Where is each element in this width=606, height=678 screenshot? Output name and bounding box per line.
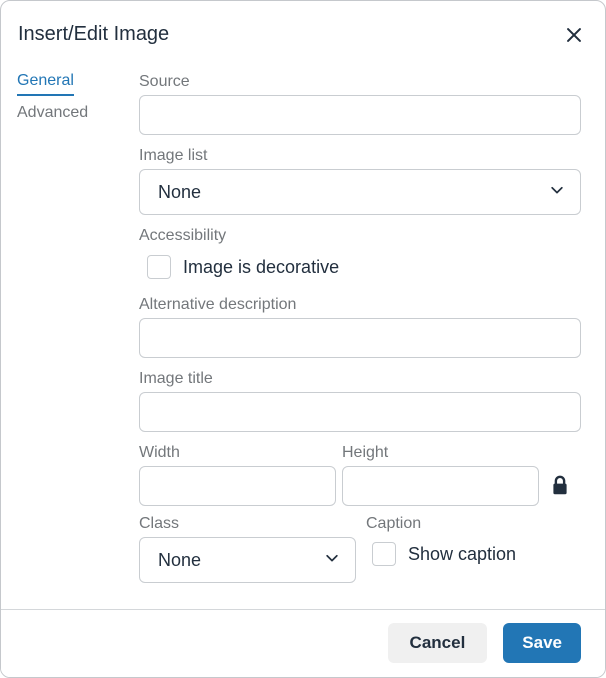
class-field-group: Class None xyxy=(139,514,356,583)
general-form: Source Image list None Accessibility xyxy=(139,72,581,609)
tab-advanced[interactable]: Advanced xyxy=(17,104,88,122)
caption-field-group: Caption Show caption xyxy=(366,514,581,583)
show-caption-checkbox[interactable] xyxy=(372,542,396,566)
image-list-field-group: Image list None xyxy=(139,146,581,215)
alt-description-field-group: Alternative description xyxy=(139,295,581,358)
dimensions-row: Width Height xyxy=(139,443,581,506)
alt-description-label: Alternative description xyxy=(139,295,581,314)
caption-label: Caption xyxy=(366,514,581,533)
source-field-group: Source xyxy=(139,72,581,135)
source-label: Source xyxy=(139,72,581,91)
dialog-footer: Cancel Save xyxy=(1,609,605,677)
alt-description-input[interactable] xyxy=(139,318,581,358)
image-list-select[interactable]: None xyxy=(139,169,581,215)
constrain-proportions-button[interactable] xyxy=(543,472,577,506)
width-input[interactable] xyxy=(139,466,336,506)
height-input[interactable] xyxy=(342,466,539,506)
width-label: Width xyxy=(139,443,336,462)
chevron-down-icon xyxy=(323,549,341,572)
image-list-selected-value: None xyxy=(158,183,201,201)
show-caption-checkbox-row: Show caption xyxy=(372,542,581,566)
image-title-label: Image title xyxy=(139,369,581,388)
show-caption-label: Show caption xyxy=(408,544,516,565)
close-icon xyxy=(563,34,585,49)
save-button[interactable]: Save xyxy=(503,623,581,663)
lock-icon xyxy=(549,486,571,501)
image-is-decorative-checkbox[interactable] xyxy=(147,255,171,279)
height-field-group: Height xyxy=(342,443,539,506)
image-list-label: Image list xyxy=(139,146,581,165)
class-select[interactable]: None xyxy=(139,537,356,583)
dialog-title: Insert/Edit Image xyxy=(18,23,169,46)
class-label: Class xyxy=(139,514,356,533)
image-title-field-group: Image title xyxy=(139,369,581,432)
class-caption-row: Class None Caption Show capti xyxy=(139,514,581,583)
tab-list: General Advanced xyxy=(17,72,139,609)
class-selected-value: None xyxy=(158,551,201,569)
width-field-group: Width xyxy=(139,443,336,506)
height-label: Height xyxy=(342,443,539,462)
chevron-down-icon xyxy=(548,181,566,204)
dialog-header: Insert/Edit Image xyxy=(1,1,605,60)
accessibility-label: Accessibility xyxy=(139,226,581,245)
image-title-input[interactable] xyxy=(139,392,581,432)
cancel-button[interactable]: Cancel xyxy=(388,623,488,663)
decorative-checkbox-row: Image is decorative xyxy=(147,255,581,279)
source-input[interactable] xyxy=(139,95,581,135)
accessibility-group: Accessibility Image is decorative xyxy=(139,226,581,295)
dialog-body: General Advanced Source Image list None xyxy=(1,60,605,609)
insert-edit-image-dialog: Insert/Edit Image General Advanced Sourc… xyxy=(0,0,606,678)
image-is-decorative-label: Image is decorative xyxy=(183,257,339,278)
tab-general[interactable]: General xyxy=(17,72,74,96)
close-button[interactable] xyxy=(563,24,585,46)
